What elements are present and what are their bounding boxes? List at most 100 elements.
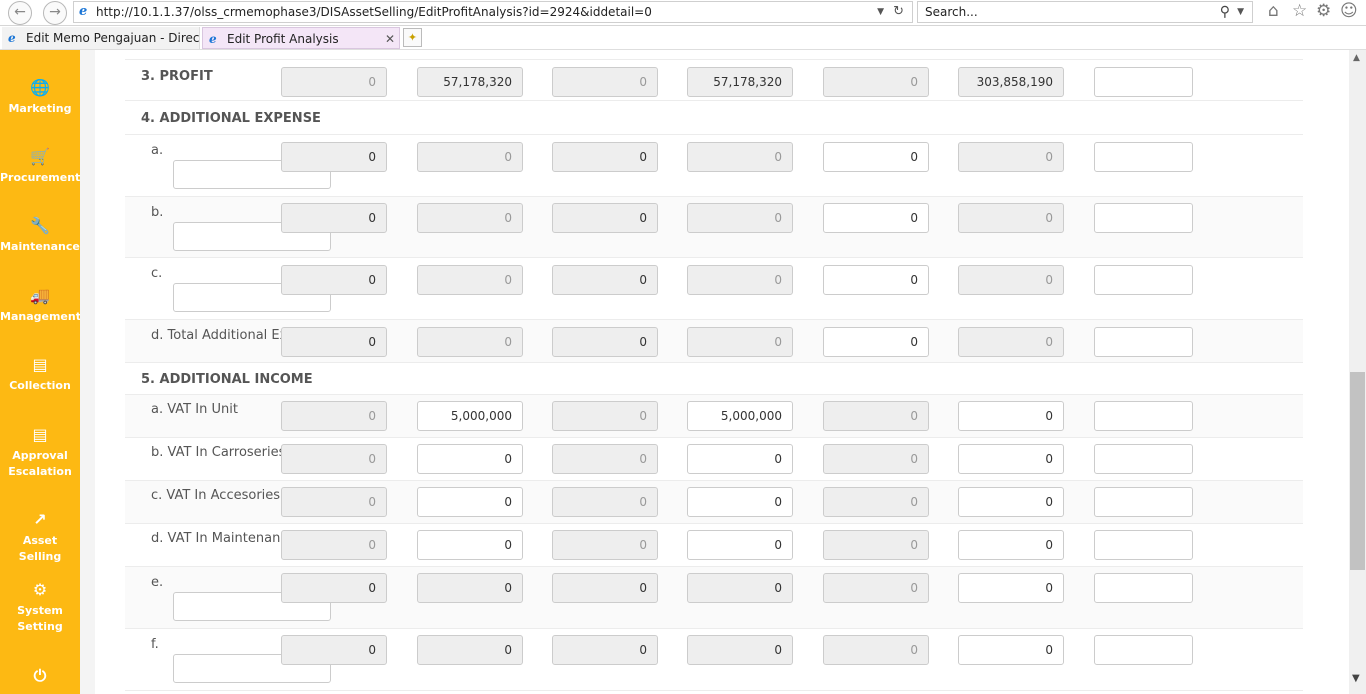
amount-input[interactable]: 0 bbox=[958, 444, 1064, 474]
amount-input[interactable]: 0 bbox=[958, 635, 1064, 665]
note-input[interactable] bbox=[1094, 401, 1193, 431]
readonly-amount-cell: 0 bbox=[687, 635, 793, 665]
amount-input[interactable]: 5,000,000 bbox=[417, 401, 523, 431]
amount-input[interactable]: 0 bbox=[958, 573, 1064, 603]
readonly-amount-cell: 0 bbox=[281, 401, 387, 431]
sidebar-item-marketing[interactable]: 🌐 Marketing bbox=[0, 78, 80, 117]
readonly-amount-cell: 0 bbox=[823, 401, 929, 431]
sidebar-item-asset-selling[interactable]: ↗ Asset Selling bbox=[0, 510, 80, 565]
sidebar-item-system-setting[interactable]: ⚙ System Setting bbox=[0, 580, 80, 635]
amount-input[interactable]: 0 bbox=[823, 327, 929, 357]
chevron-down-icon[interactable]: ▼ bbox=[877, 2, 884, 22]
readonly-amount-cell: 0 bbox=[281, 444, 387, 474]
table-row: a. VAT In Unit 0 5,000,000 0 5,000,000 0 0 bbox=[125, 395, 1303, 438]
list-icon: ▤ bbox=[32, 355, 48, 374]
sidebar-item-management[interactable]: 🚚 Management bbox=[0, 286, 81, 325]
amount-input[interactable]: 0 bbox=[823, 142, 929, 172]
readonly-amount-cell: 0 bbox=[281, 203, 387, 233]
readonly-amount-cell: 0 bbox=[281, 142, 387, 172]
readonly-amount-cell: 0 bbox=[281, 530, 387, 560]
note-input[interactable] bbox=[1094, 573, 1193, 603]
sidebar-item-approval-escalation[interactable]: ▤ Approval Escalation bbox=[0, 425, 80, 480]
tab-label: Edit Memo Pengajuan - Direct ... bbox=[26, 31, 200, 45]
amount-input[interactable]: 0 bbox=[823, 265, 929, 295]
tab-edit-profit-analysis[interactable]: e Edit Profit Analysis ✕ bbox=[202, 27, 400, 49]
amount-input[interactable]: 0 bbox=[417, 444, 523, 474]
note-input[interactable] bbox=[1094, 444, 1193, 474]
search-icon[interactable]: ⚲ bbox=[1220, 2, 1230, 22]
amount-input[interactable]: 0 bbox=[823, 203, 929, 233]
gear-icon[interactable]: ⚙ bbox=[1316, 1, 1331, 21]
readonly-amount-cell: 0 bbox=[552, 142, 658, 172]
section-row: 3. PROFIT 0 57,178,320 0 57,178,320 0 303,858,… bbox=[125, 60, 1303, 101]
scroll-up-icon[interactable]: ▲ bbox=[1353, 53, 1360, 63]
sidebar-item-procurement[interactable]: 🛒 Procurement bbox=[0, 147, 80, 186]
sidebar-item-label: Maintenance bbox=[0, 240, 80, 253]
readonly-amount-cell: 0 bbox=[823, 67, 929, 97]
readonly-amount-cell: 0 bbox=[552, 203, 658, 233]
readonly-amount-cell: 0 bbox=[281, 635, 387, 665]
amount-input[interactable]: 0 bbox=[687, 530, 793, 560]
scroll-thumb[interactable] bbox=[1350, 372, 1365, 570]
amount-input[interactable]: 0 bbox=[687, 444, 793, 474]
close-icon[interactable]: ✕ bbox=[385, 28, 395, 48]
sidebar-item-label: System Setting bbox=[17, 604, 63, 633]
readonly-amount-cell: 303,858,190 bbox=[958, 67, 1064, 97]
address-bar[interactable]: e http://10.1.1.37/olss_crmemophase3/DIS… bbox=[73, 1, 913, 23]
sidebar-item-label: Collection bbox=[9, 379, 71, 392]
section-row: 4. ADDITIONAL EXPENSE bbox=[125, 101, 1303, 135]
sidebar-item-label: Asset Selling bbox=[18, 534, 62, 563]
note-input[interactable] bbox=[1094, 635, 1193, 665]
readonly-amount-cell: 0 bbox=[552, 487, 658, 517]
star-icon[interactable]: ☆ bbox=[1292, 1, 1307, 21]
new-tab-button[interactable]: ✦ bbox=[403, 28, 422, 47]
amount-input[interactable]: 0 bbox=[958, 401, 1064, 431]
note-input[interactable] bbox=[1094, 203, 1193, 233]
home-icon[interactable]: ⌂ bbox=[1268, 1, 1279, 21]
row-label: d. VAT In Maintenance bbox=[151, 531, 296, 546]
sidebar-item-label: Marketing bbox=[8, 102, 72, 115]
section-title: 4. ADDITIONAL EXPENSE bbox=[141, 111, 321, 126]
section-title: 5. ADDITIONAL INCOME bbox=[141, 372, 313, 387]
readonly-amount-cell: 0 bbox=[687, 265, 793, 295]
amount-input[interactable]: 0 bbox=[687, 487, 793, 517]
power-button[interactable]: ⏻ bbox=[0, 666, 80, 689]
amount-input[interactable]: 0 bbox=[958, 530, 1064, 560]
search-input[interactable]: Search... ⚲ ▼ bbox=[917, 1, 1253, 23]
note-input[interactable] bbox=[1094, 530, 1193, 560]
browser-toolbar: ← → e http://10.1.1.37/olss_crmemophase3… bbox=[0, 0, 1366, 26]
readonly-amount-cell: 0 bbox=[823, 635, 929, 665]
sidebar-item-maintenance[interactable]: 🔧 Maintenance bbox=[0, 216, 80, 255]
note-input[interactable] bbox=[1094, 487, 1193, 517]
scroll-down-icon[interactable]: ▼ bbox=[1352, 673, 1360, 684]
row-label: c. bbox=[151, 266, 163, 281]
amount-input[interactable]: 0 bbox=[417, 487, 523, 517]
smiley-icon[interactable]: ☺ bbox=[1340, 1, 1358, 21]
tab-label: Edit Profit Analysis bbox=[227, 32, 339, 46]
tab-edit-memo[interactable]: e Edit Memo Pengajuan - Direct ... bbox=[2, 27, 200, 49]
sidebar-item-label: Management bbox=[0, 310, 81, 323]
chevron-down-icon[interactable]: ▼ bbox=[1237, 2, 1244, 22]
forward-button[interactable]: → bbox=[43, 1, 67, 25]
readonly-amount-cell: 0 bbox=[552, 265, 658, 295]
row-label: c. VAT In Accesories bbox=[151, 488, 281, 503]
url-text: http://10.1.1.37/olss_crmemophase3/DISAs… bbox=[96, 5, 652, 19]
readonly-amount-cell: 0 bbox=[823, 530, 929, 560]
note-input[interactable] bbox=[1094, 327, 1193, 357]
amount-input[interactable]: 0 bbox=[417, 530, 523, 560]
sidebar-item-collection[interactable]: ▤ Collection bbox=[0, 355, 80, 394]
back-button[interactable]: ← bbox=[8, 1, 32, 25]
readonly-amount-cell: 0 bbox=[823, 444, 929, 474]
amount-input[interactable]: 5,000,000 bbox=[687, 401, 793, 431]
row-label: f. bbox=[151, 637, 159, 652]
readonly-amount-cell: 0 bbox=[687, 573, 793, 603]
readonly-amount-cell: 0 bbox=[281, 265, 387, 295]
note-input[interactable] bbox=[1094, 265, 1193, 295]
refresh-icon[interactable]: ↻ bbox=[893, 2, 904, 22]
content-gutter bbox=[80, 50, 95, 694]
amount-input[interactable]: 0 bbox=[958, 487, 1064, 517]
vertical-scrollbar[interactable]: ▲ ▼ bbox=[1349, 50, 1366, 694]
note-input[interactable] bbox=[1094, 142, 1193, 172]
note-input[interactable] bbox=[1094, 67, 1193, 97]
table-row bbox=[125, 50, 1303, 60]
